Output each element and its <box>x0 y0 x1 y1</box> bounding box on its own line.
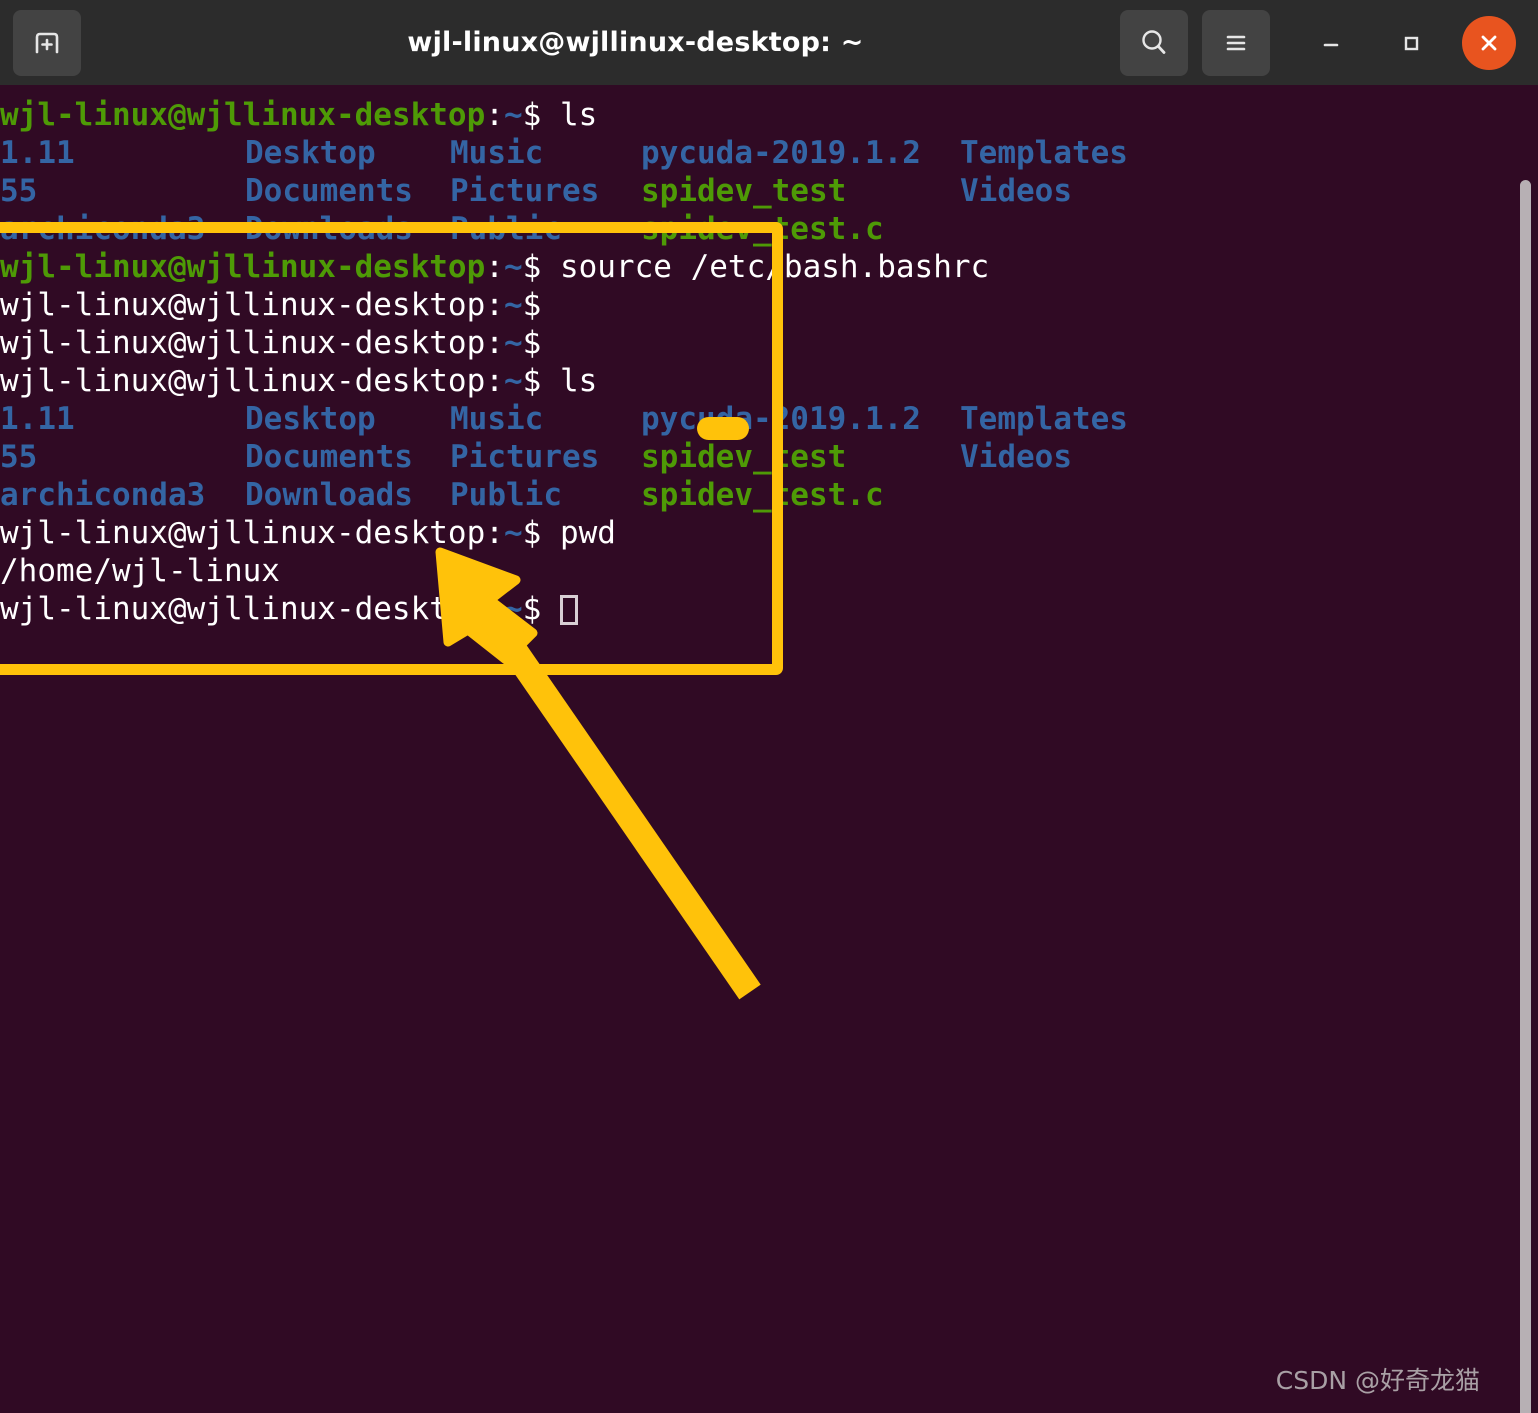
ls-entry: Public <box>450 211 562 247</box>
terminal-line: archiconda3 Downloads Public spidev_test.c <box>0 210 1500 248</box>
prompt-dollar: $ <box>522 591 542 627</box>
prompt-path: ~ <box>503 249 523 285</box>
terminal-content[interactable]: wjl-linux@wjllinux-desktop:~$ ls 1.11 Desk… <box>0 85 1538 1413</box>
close-icon <box>1481 35 1497 50</box>
prompt-user-host: wjl-linux@wjllinux-desktop <box>0 97 486 133</box>
search-button[interactable] <box>1120 9 1188 76</box>
scrollbar-track[interactable] <box>1516 85 1538 1413</box>
ls-entry: Documents <box>245 439 413 475</box>
terminal-line: wjl-linux@wjllinux-desktop:~$ <box>0 324 1500 362</box>
window-title: wjl-linux@wjllinux-desktop: ~ <box>407 27 864 58</box>
ls-entry: Documents <box>245 173 413 209</box>
terminal-line: wjl-linux@wjllinux-desktop:~$ source /et… <box>0 248 1500 286</box>
ls-entry: pycuda-2019.1.2 <box>641 135 921 171</box>
prompt-colon: : <box>485 97 504 133</box>
ls-entry: Pictures <box>450 173 600 209</box>
menu-button[interactable] <box>1202 9 1270 76</box>
prompt-colon: : <box>485 591 504 627</box>
ls-entry: Videos <box>960 173 1072 209</box>
ls-entry: spidev_test.c <box>641 477 884 513</box>
ls-entry: pycuda-2019.1.2 <box>641 401 921 437</box>
new-tab-button[interactable] <box>13 9 81 76</box>
hamburger-menu-icon <box>1226 35 1246 50</box>
ls-entry: Videos <box>960 439 1072 475</box>
ls-entry: Music <box>450 401 544 437</box>
ls-entry: spidev_test <box>641 439 847 475</box>
prompt-colon: : <box>485 515 504 551</box>
terminal-line: wjl-linux@wjllinux-desktop:~$ <box>0 286 1500 324</box>
terminal-line: wjl-linux@wjllinux-desktop:~$ ls <box>0 362 1500 400</box>
ls-entry: 1.11 <box>0 401 75 437</box>
ls-entry: Downloads <box>245 211 413 247</box>
prompt-user-host: wjl-linux@wjllinux-desktop <box>0 591 486 627</box>
terminal-line: archiconda3 Downloads Public spidev_test.c <box>0 476 1500 514</box>
close-button[interactable] <box>1462 15 1516 70</box>
terminal-line: /home/wjl-linux <box>0 552 1500 590</box>
prompt-dollar: $ <box>522 249 542 285</box>
ls-entry: Music <box>450 135 544 171</box>
terminal-line: wjl-linux@wjllinux-desktop:~$ pwd <box>0 514 1500 552</box>
prompt-path: ~ <box>503 515 523 551</box>
ls-entry: 55 <box>0 439 38 475</box>
prompt-dollar: $ <box>522 97 542 133</box>
ls-entry: archiconda3 <box>0 211 206 247</box>
ls-entry: archiconda3 <box>0 477 206 513</box>
prompt-colon: : <box>485 325 504 361</box>
terminal-output: /home/wjl-linux <box>0 553 280 589</box>
prompt-user-host: wjl-linux@wjllinux-desktop <box>0 515 486 551</box>
prompt-colon: : <box>485 363 504 399</box>
prompt-colon: : <box>485 249 504 285</box>
terminal-line: 1.11 Desktop Music pycuda-2019.1.2 Templates <box>0 134 1500 172</box>
prompt-user-host: wjl-linux@wjllinux-desktop <box>0 325 486 361</box>
prompt-path: ~ <box>503 591 523 627</box>
prompt-path: ~ <box>503 363 523 399</box>
prompt-user-host: wjl-linux@wjllinux-desktop <box>0 287 486 323</box>
prompt-path: ~ <box>503 325 523 361</box>
terminal-screen: wjl-linux@wjllinux-desktop:~$ ls 1.11 Desk… <box>0 96 1500 628</box>
prompt-dollar: $ <box>522 325 542 361</box>
ls-entry: Downloads <box>245 477 413 513</box>
terminal-line: 55 Documents Pictures spidev_test Videos <box>0 172 1500 210</box>
terminal-line: wjl-linux@wjllinux-desktop:~$ ls <box>0 96 1500 134</box>
prompt-command <box>541 591 560 627</box>
ls-entry: Public <box>450 477 562 513</box>
prompt-path: ~ <box>503 97 523 133</box>
scrollbar-thumb[interactable] <box>1520 180 1531 1413</box>
ls-entry: 1.11 <box>0 135 75 171</box>
terminal-line: wjl-linux@wjllinux-desktop:~$ <box>0 590 1500 628</box>
csdn-watermark: CSDN @好奇龙猫 <box>1275 1366 1480 1395</box>
new-tab-icon <box>35 32 59 53</box>
maximize-button[interactable] <box>1378 10 1444 76</box>
ls-entry: Templates <box>960 135 1128 171</box>
maximize-icon <box>1404 36 1419 50</box>
prompt-dollar: $ <box>522 363 542 399</box>
prompt-user-host: wjl-linux@wjllinux-desktop <box>0 363 486 399</box>
titlebar: wjl-linux@wjllinux-desktop: ~ <box>0 0 1538 85</box>
terminal-window: wjl-linux@wjllinux-desktop: ~ wjl-linux@… <box>0 0 1538 1413</box>
ls-entry: Desktop <box>245 401 376 437</box>
minimize-icon <box>1323 43 1339 46</box>
search-icon <box>1142 29 1166 54</box>
prompt-command: pwd <box>541 515 616 551</box>
terminal-line: 1.11 Desktop Music pycuda-2019.1.2 Templates <box>0 400 1500 438</box>
ls-entry: spidev_test <box>641 173 847 209</box>
ls-entry: Pictures <box>450 439 600 475</box>
prompt-command: ls <box>541 97 598 133</box>
text-cursor <box>559 595 578 625</box>
prompt-command: ls <box>541 363 598 399</box>
prompt-colon: : <box>485 287 504 323</box>
ls-entry: Desktop <box>245 135 376 171</box>
prompt-dollar: $ <box>522 515 542 551</box>
ls-entry: spidev_test.c <box>641 211 884 247</box>
prompt-path: ~ <box>503 287 523 323</box>
terminal-line: 55 Documents Pictures spidev_test Videos <box>0 438 1500 476</box>
prompt-user-host: wjl-linux@wjllinux-desktop <box>0 249 486 285</box>
minimize-button[interactable] <box>1298 10 1364 76</box>
prompt-command: source /etc/bash.bashrc <box>541 249 990 285</box>
prompt-dollar: $ <box>522 287 542 323</box>
ls-entry: 55 <box>0 173 38 209</box>
ls-entry: Templates <box>960 401 1128 437</box>
highlight-pill <box>697 417 749 440</box>
